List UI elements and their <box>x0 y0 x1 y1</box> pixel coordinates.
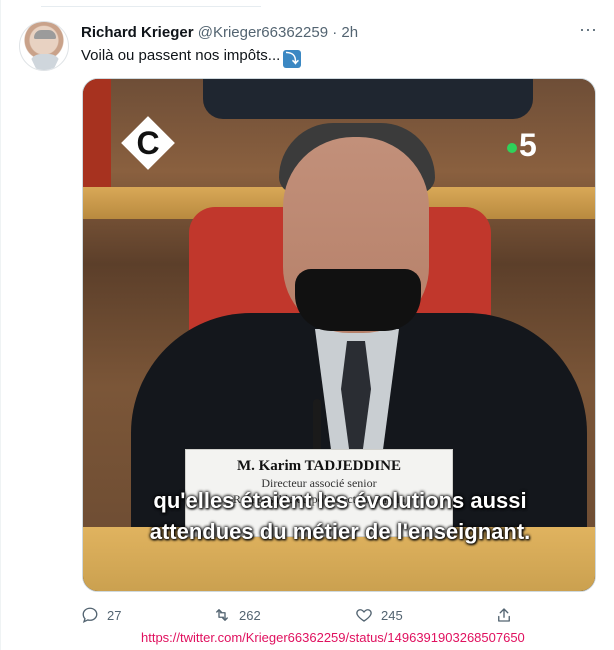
retweet-icon <box>216 609 228 621</box>
reply-icon <box>82 607 98 624</box>
avatar-shirt <box>29 54 61 70</box>
author-handle[interactable]: @Krieger66362259 <box>198 24 328 41</box>
tweet-video[interactable]: C 5 M. Karim TADJEDDINE Directeur associ… <box>82 78 596 592</box>
like-button[interactable]: 245 <box>355 606 403 626</box>
tweet-time[interactable]: 2h <box>341 24 358 41</box>
more-icon[interactable]: ··· <box>577 20 599 42</box>
like-count: 245 <box>381 608 403 623</box>
tweet-header: Richard Krieger @Krieger66362259 · 2h <box>81 24 358 41</box>
top-divider <box>41 0 261 7</box>
avatar-hair <box>34 30 56 39</box>
reply-count: 27 <box>107 608 122 623</box>
retweet-count: 262 <box>239 608 261 623</box>
avatar[interactable] <box>19 21 69 71</box>
tweet-actions: 27 262 245 <box>81 606 521 626</box>
source-url[interactable]: https://twitter.com/Krieger66362259/stat… <box>141 630 525 645</box>
tweet-card[interactable]: Richard Krieger @Krieger66362259 · 2h ··… <box>0 0 614 650</box>
share-icon <box>498 608 510 622</box>
green-dot-icon <box>507 142 517 153</box>
channel-logo-right-number: 5 <box>519 127 537 163</box>
video-background-person <box>203 79 533 119</box>
share-button[interactable] <box>495 606 521 626</box>
heart-icon <box>356 609 372 622</box>
channel-logo-right: 5 <box>507 127 537 164</box>
author-name[interactable]: Richard Krieger <box>81 24 194 41</box>
nameplate-name: M. Karim TADJEDDINE <box>236 458 402 474</box>
tweet-text-body: Voilà ou passent nos impôts... <box>81 47 281 64</box>
video-speaker-mask <box>295 269 421 331</box>
video-red-seat <box>83 79 111 199</box>
video-subtitle-line2: attendues du métier de l'enseignant. <box>149 519 531 544</box>
tweet-text: Voilà ou passent nos impôts... ⤵ <box>81 47 302 68</box>
retweet-button[interactable]: 262 <box>213 606 261 626</box>
channel-logo-left-letter: C <box>136 125 160 161</box>
video-subtitle-line1: qu'elles étaient les évolutions aussi <box>153 488 527 513</box>
separator-dot: · <box>332 24 338 41</box>
reply-button[interactable]: 27 <box>81 606 121 626</box>
arrow-down-emoji-icon: ⤵ <box>283 50 302 68</box>
